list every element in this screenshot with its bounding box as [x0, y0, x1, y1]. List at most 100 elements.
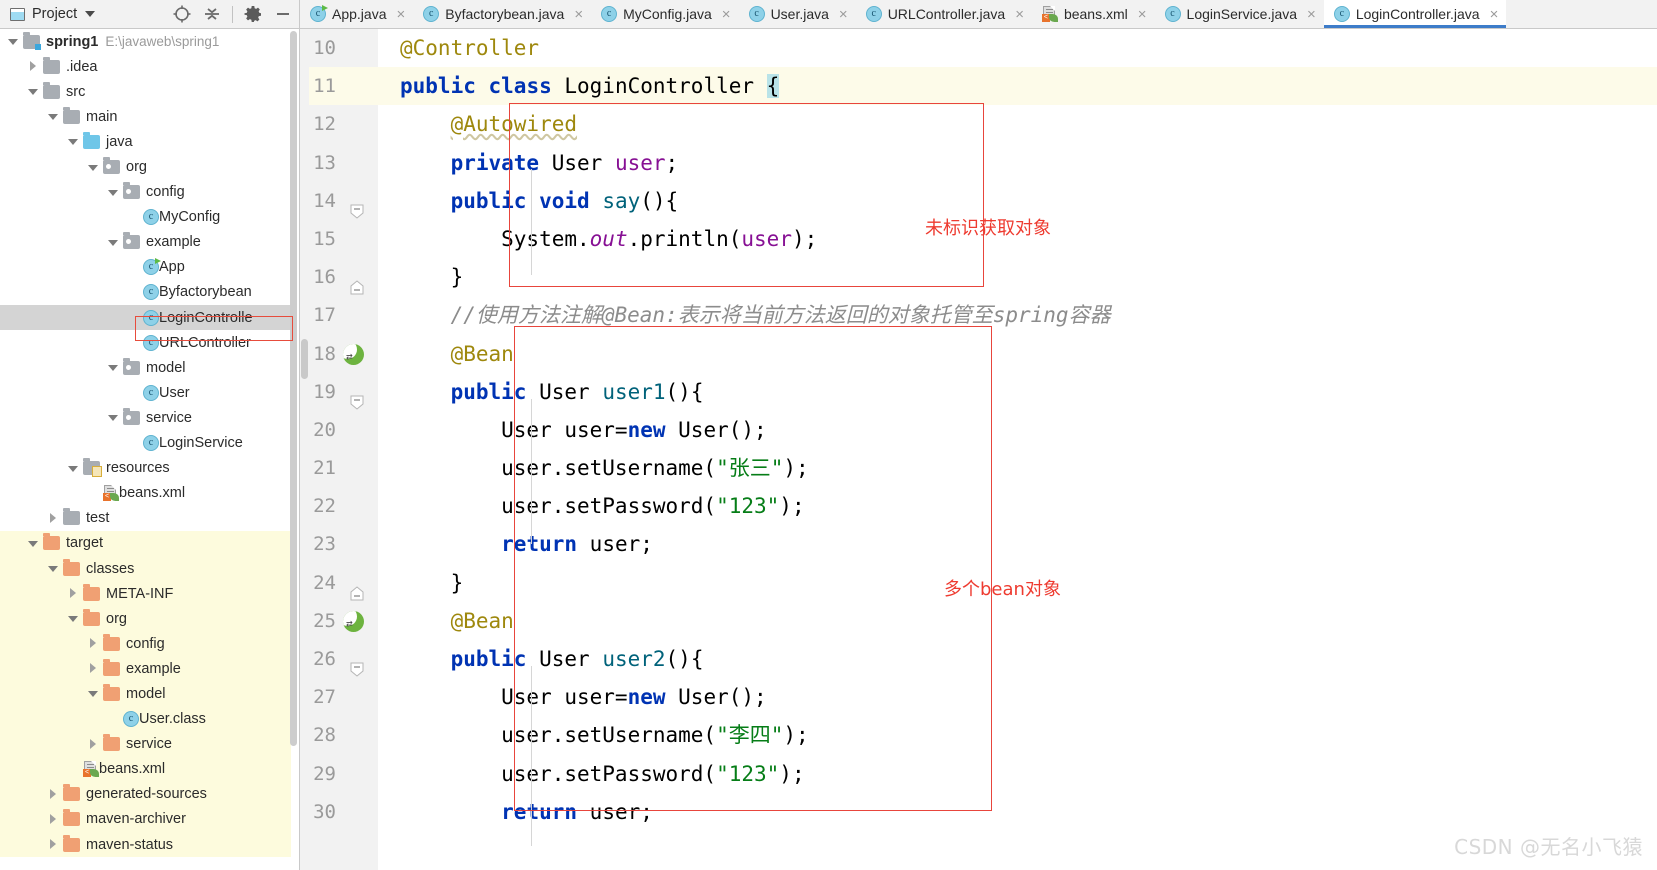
editor-tab-user-java[interactable]: c User.java ×	[738, 0, 856, 28]
chevron-down-icon[interactable]	[28, 538, 39, 549]
tree-row[interactable]: .idea	[0, 54, 291, 79]
java-class-icon: c	[1164, 6, 1181, 22]
collapse-all-icon[interactable]	[202, 4, 222, 24]
tree-scrollbar-thumb[interactable]	[290, 31, 297, 746]
tree-row[interactable]: org	[0, 154, 291, 179]
tree-row[interactable]: c MyConfig	[0, 205, 291, 230]
tree-row[interactable]: model	[0, 355, 291, 380]
tree-row[interactable]: c User	[0, 380, 291, 405]
spring-bean-icon[interactable]: ⇄	[343, 610, 364, 632]
chevron-right-icon[interactable]	[48, 813, 59, 825]
chevron-right-icon[interactable]	[88, 738, 99, 750]
tree-row[interactable]: maven-archiver	[0, 806, 291, 832]
fold-collapse-icon[interactable]	[350, 652, 364, 677]
chevron-right-icon[interactable]	[48, 512, 59, 524]
editor-tab-app-java[interactable]: c App.java ×	[300, 0, 414, 28]
close-icon[interactable]: ×	[1307, 7, 1316, 22]
chevron-down-icon[interactable]	[85, 11, 96, 17]
tree-row[interactable]: model	[0, 681, 291, 707]
tree-row[interactable]: c URLController	[0, 330, 291, 355]
tree-item-label: main	[86, 108, 118, 125]
editor-left-thumb[interactable]	[301, 339, 308, 379]
tree-row[interactable]: java	[0, 129, 291, 154]
tree-row[interactable]: c LoginControlle	[0, 305, 291, 331]
editor-tab-byfactorybean-java[interactable]: c Byfactorybean.java ×	[413, 0, 592, 28]
chevron-down-icon[interactable]	[28, 86, 39, 97]
locate-icon[interactable]	[172, 4, 192, 24]
tree-row[interactable]: c LoginService	[0, 431, 291, 456]
tree-row[interactable]: < beans.xml	[0, 756, 291, 782]
chevron-down-icon[interactable]	[108, 237, 119, 248]
tree-row[interactable]: c User.class	[0, 706, 291, 732]
tree-item-label: User.class	[139, 711, 206, 728]
chevron-down-icon[interactable]	[48, 563, 59, 574]
tree-row[interactable]: resources	[0, 456, 291, 481]
chevron-right-icon[interactable]	[88, 663, 99, 674]
line-number-text: 10	[313, 37, 336, 59]
tree-item-label: URLController	[159, 334, 251, 351]
chevron-right-icon[interactable]	[28, 61, 39, 72]
tree-row[interactable]: test	[0, 506, 291, 531]
tree-row[interactable]: config	[0, 180, 291, 205]
chevron-down-icon[interactable]	[8, 36, 19, 47]
project-tree[interactable]: spring1 E:\javaweb\spring1 .idea src main jav…	[0, 29, 291, 870]
chevron-down-icon[interactable]	[48, 111, 59, 122]
settings-gear-icon[interactable]	[243, 4, 263, 24]
chevron-right-icon[interactable]	[88, 638, 99, 649]
tree-row[interactable]: < beans.xml	[0, 481, 291, 506]
tree-row[interactable]: config	[0, 631, 291, 657]
fold-collapse-icon[interactable]	[350, 194, 364, 219]
tree-row[interactable]: spring1 E:\javaweb\spring1	[0, 29, 291, 54]
chevron-down-icon[interactable]	[108, 362, 119, 373]
line-number: 11	[300, 67, 378, 106]
close-icon[interactable]: ×	[396, 7, 405, 22]
fold-end-icon[interactable]	[350, 576, 364, 601]
chevron-right-icon[interactable]	[48, 788, 59, 800]
tree-row[interactable]: src	[0, 79, 291, 104]
editor-tab-logincontroller-java[interactable]: c LoginController.java ×	[1323, 0, 1507, 28]
tree-row[interactable]: target	[0, 530, 291, 556]
code-token: User	[539, 379, 603, 404]
chevron-right-icon[interactable]	[48, 839, 59, 850]
tree-row[interactable]: c Byfactorybean	[0, 280, 291, 305]
tree-row[interactable]: maven-status	[0, 832, 291, 858]
tree-row[interactable]: service	[0, 405, 291, 430]
chevron-down-icon[interactable]	[88, 162, 99, 173]
editor-tab-loginservice-java[interactable]: c LoginService.java ×	[1154, 0, 1324, 28]
line-number: 27	[300, 678, 378, 716]
tree-row[interactable]: generated-sources	[0, 781, 291, 807]
editor-tab-beans-xml[interactable]: < beans.xml ×	[1031, 0, 1155, 28]
editor-tab-myconfig-java[interactable]: c MyConfig.java ×	[591, 0, 739, 28]
tree-row[interactable]: META-INF	[0, 581, 291, 607]
tree-row[interactable]: main	[0, 104, 291, 129]
code-editor[interactable]: 10 11 12 13 14 15 16 17 18 ⇄ 19 20 21 22 23 24 25 ⇄ 26 27 28…	[300, 29, 1657, 870]
tree-row[interactable]: service	[0, 731, 291, 757]
minimize-icon[interactable]	[273, 4, 293, 24]
close-icon[interactable]: ×	[1015, 7, 1024, 22]
close-icon[interactable]: ×	[1490, 7, 1499, 22]
close-icon[interactable]: ×	[574, 7, 583, 22]
code-line: //使用方法注解@Bean:表示将当前方法返回的对象托管至spring容器	[378, 296, 1657, 334]
chevron-down-icon[interactable]	[68, 463, 79, 474]
tree-row[interactable]: example	[0, 656, 291, 682]
chevron-down-icon[interactable]	[88, 688, 99, 699]
fold-collapse-icon[interactable]	[350, 385, 364, 410]
tree-row[interactable]: classes	[0, 555, 291, 582]
chevron-down-icon[interactable]	[68, 613, 79, 624]
close-icon[interactable]: ×	[722, 7, 731, 22]
chevron-down-icon[interactable]	[68, 136, 79, 147]
code-surface[interactable]: @Controller public class LoginController …	[378, 29, 1657, 870]
chevron-down-icon[interactable]	[108, 412, 119, 423]
editor-tab-urlcontroller-java[interactable]: c URLController.java ×	[855, 0, 1032, 28]
chevron-down-icon[interactable]	[108, 187, 119, 198]
tree-row[interactable]: example	[0, 230, 291, 255]
spring-bean-icon[interactable]: ⇄	[343, 343, 364, 365]
editor-gutter[interactable]: 10 11 12 13 14 15 16 17 18 ⇄ 19 20 21 22 23 24 25 ⇄ 26 27 28…	[300, 29, 378, 870]
tree-row[interactable]: org	[0, 606, 291, 632]
fold-end-icon[interactable]	[350, 270, 364, 295]
tree-row[interactable]: c App	[0, 255, 291, 280]
line-number: 14	[300, 182, 378, 220]
close-icon[interactable]: ×	[839, 7, 848, 22]
close-icon[interactable]: ×	[1138, 7, 1147, 22]
chevron-right-icon[interactable]	[68, 588, 79, 599]
